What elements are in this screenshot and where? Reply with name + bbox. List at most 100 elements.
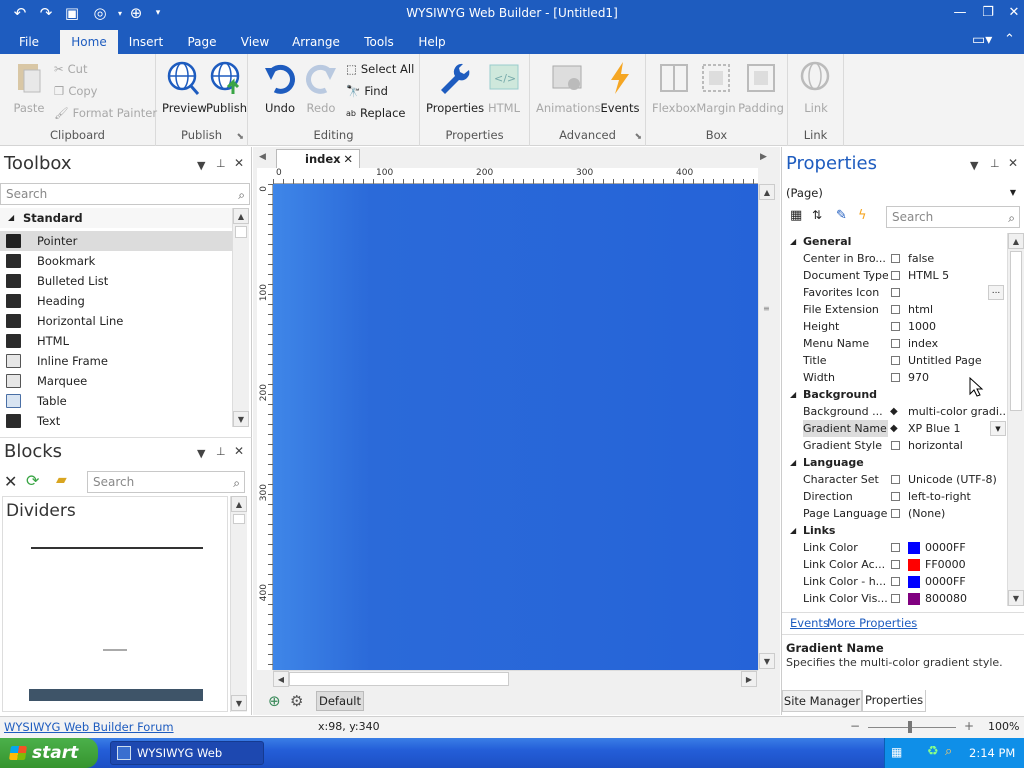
- page-tab-default[interactable]: Default: [316, 691, 364, 711]
- property-row[interactable]: Favorites Icon...: [788, 284, 1006, 301]
- wrench-icon[interactable]: ✎: [836, 208, 847, 223]
- redo-button[interactable]: Redo: [302, 60, 340, 115]
- minimize-button[interactable]: —: [946, 2, 974, 24]
- folder-icon[interactable]: ▰: [56, 472, 67, 488]
- blocks-search-input[interactable]: Search ⌕: [87, 471, 245, 493]
- browse-button[interactable]: ...: [988, 285, 1004, 300]
- html-button[interactable]: </> HTML: [484, 60, 524, 115]
- search-icon[interactable]: ⌕: [945, 744, 952, 759]
- property-row[interactable]: File Extension html: [788, 301, 1006, 318]
- canvas-vscrollbar[interactable]: ▲ ≡ ▼: [758, 184, 775, 670]
- keyboard-icon[interactable]: ▦: [891, 745, 902, 759]
- tab-file[interactable]: File: [10, 30, 48, 54]
- property-row[interactable]: Link Color 0000FF: [788, 539, 1006, 556]
- toolbox-search-input[interactable]: Search ⌕: [0, 183, 250, 205]
- paste-button[interactable]: Paste: [10, 60, 48, 115]
- pin-icon[interactable]: ⊥: [216, 445, 226, 458]
- tab-site-manager[interactable]: Site Manager: [782, 690, 862, 712]
- start-button[interactable]: start: [0, 738, 98, 768]
- properties-button[interactable]: Properties: [426, 60, 484, 115]
- toolbox-scrollbar[interactable]: ▲ ▼: [232, 208, 249, 427]
- copy-button[interactable]: ❐ Copy: [54, 84, 97, 98]
- property-category-language[interactable]: ◢ Language: [788, 454, 1006, 471]
- tab-page[interactable]: Page: [182, 30, 222, 54]
- property-row[interactable]: Link Color - h... 0000FF: [788, 573, 1006, 590]
- link-button[interactable]: Link: [796, 60, 836, 115]
- toolbox-category[interactable]: ◢ Standard: [0, 208, 232, 228]
- tab-scroll-left-icon[interactable]: ◀: [259, 152, 266, 162]
- close-icon[interactable]: ✕: [1008, 156, 1018, 170]
- tab-home[interactable]: Home: [60, 30, 118, 54]
- taskbar-item-web-builder[interactable]: WYSIWYG Web Build...: [110, 741, 264, 765]
- properties-scrollbar[interactable]: ▲ ▼: [1007, 233, 1024, 606]
- toolbox-item-heading[interactable]: Heading: [0, 291, 232, 311]
- publish-button[interactable]: Publish: [206, 60, 247, 115]
- refresh-icon[interactable]: ⟳: [26, 471, 39, 490]
- toolbox-item-horizontal-line[interactable]: Horizontal Line: [0, 311, 232, 331]
- page-settings-icon[interactable]: ⚙: [290, 692, 303, 710]
- property-row[interactable]: Document Type HTML 5: [788, 267, 1006, 284]
- events-button[interactable]: Events: [600, 60, 640, 115]
- restore-button[interactable]: ❐: [974, 2, 1002, 24]
- padding-button[interactable]: Padding: [738, 60, 784, 115]
- tab-arrange[interactable]: Arrange: [288, 30, 344, 54]
- toolbox-item-pointer[interactable]: Pointer: [0, 231, 232, 251]
- forum-link[interactable]: WYSIWYG Web Builder Forum: [4, 720, 174, 734]
- tab-scroll-right-icon[interactable]: ▶: [760, 152, 767, 162]
- property-row[interactable]: Character Set Unicode (UTF-8): [788, 471, 1006, 488]
- close-button[interactable]: ✕: [1000, 2, 1024, 24]
- undo-button[interactable]: Undo: [260, 60, 300, 115]
- toolbox-item-html[interactable]: HTML: [0, 331, 232, 351]
- collapse-ribbon-icon[interactable]: ⌃: [1004, 32, 1015, 47]
- property-row[interactable]: Page Language (None): [788, 505, 1006, 522]
- display-icon[interactable]: ▭▾: [972, 32, 992, 48]
- dropdown-icon[interactable]: ▼: [197, 159, 205, 172]
- property-row[interactable]: Link Color Ac... FF0000: [788, 556, 1006, 573]
- delete-icon[interactable]: ✕: [4, 472, 17, 491]
- blocks-preview[interactable]: Dividers: [2, 496, 228, 712]
- events-link[interactable]: Events: [790, 616, 829, 630]
- tab-insert[interactable]: Insert: [124, 30, 168, 54]
- tab-view[interactable]: View: [236, 30, 274, 54]
- zoom-slider-thumb[interactable]: [908, 721, 912, 733]
- dropdown-icon[interactable]: ▼: [197, 447, 205, 460]
- canvas-hscrollbar[interactable]: ◀ ▶: [273, 670, 758, 687]
- animations-button[interactable]: Animations: [536, 60, 601, 115]
- dropdown-icon[interactable]: ▼: [970, 159, 978, 172]
- toolbox-item-table[interactable]: Table: [0, 391, 232, 411]
- property-row[interactable]: Title Untitled Page: [788, 352, 1006, 369]
- document-tab-index[interactable]: index ✕: [276, 149, 360, 169]
- close-icon[interactable]: ✕: [234, 444, 244, 458]
- property-row[interactable]: Height 1000: [788, 318, 1006, 335]
- property-row[interactable]: Center in Bro... false: [788, 250, 1006, 267]
- property-category-general[interactable]: ◢ General: [788, 233, 1006, 250]
- property-row[interactable]: Gradient Style horizontal: [788, 437, 1006, 454]
- toolbox-item-marquee[interactable]: Marquee: [0, 371, 232, 391]
- select-all-button[interactable]: ⬚ Select All: [346, 62, 414, 76]
- add-page-icon[interactable]: ⊕: [268, 692, 281, 710]
- cut-button[interactable]: ✂ Cut: [54, 62, 87, 76]
- zoom-out-icon[interactable]: −: [850, 719, 860, 733]
- find-button[interactable]: 🔭 Find: [346, 84, 388, 98]
- toolbox-item-text[interactable]: Text: [0, 411, 232, 431]
- flexbox-button[interactable]: Flexbox: [652, 60, 696, 115]
- property-row[interactable]: Background ... ◆ multi-color gradi...: [788, 403, 1006, 420]
- property-row[interactable]: Menu Name index: [788, 335, 1006, 352]
- properties-search-input[interactable]: Search ⌕: [886, 206, 1020, 228]
- object-selector[interactable]: (Page) ▼: [784, 183, 1022, 203]
- pin-icon[interactable]: ⊥: [216, 157, 226, 170]
- property-category-links[interactable]: ◢ Links: [788, 522, 1006, 539]
- preview-button[interactable]: Preview: [162, 60, 207, 115]
- property-row[interactable]: Gradient Name ◆ XP Blue 1 ▼: [788, 420, 1006, 437]
- toolbox-item-bulleted-list[interactable]: Bulleted List: [0, 271, 232, 291]
- launcher-icon[interactable]: ⬊: [236, 132, 244, 142]
- close-icon[interactable]: ✕: [234, 156, 244, 170]
- page-canvas[interactable]: [273, 184, 758, 670]
- pin-icon[interactable]: ⊥: [990, 157, 1000, 170]
- tab-tools[interactable]: Tools: [358, 30, 400, 54]
- replace-button[interactable]: ab Replace: [346, 106, 405, 120]
- zoom-in-icon[interactable]: +: [964, 719, 974, 733]
- sort-az-icon[interactable]: ⇅: [812, 208, 822, 222]
- more-properties-link[interactable]: More Properties: [827, 616, 917, 630]
- toolbox-item-inline-frame[interactable]: Inline Frame: [0, 351, 232, 371]
